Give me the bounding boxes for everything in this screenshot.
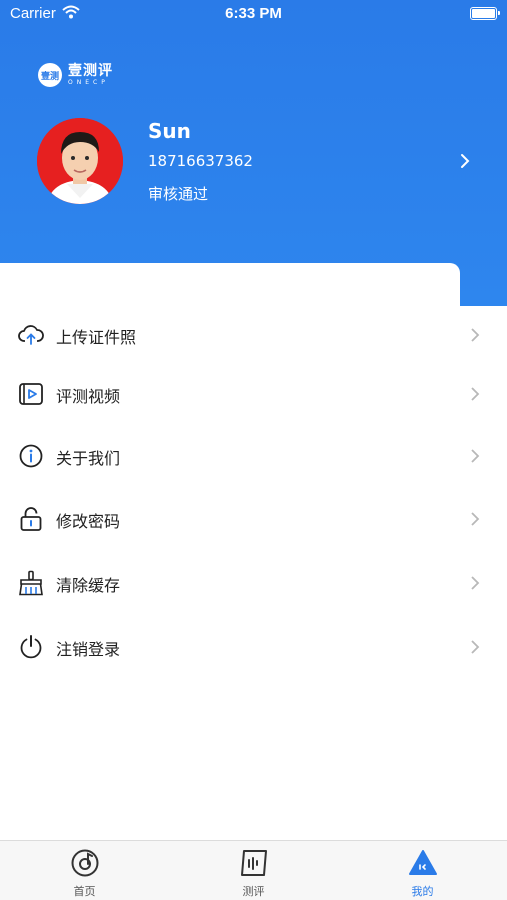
logo-name: 壹测评 — [68, 63, 113, 79]
power-icon — [18, 634, 44, 660]
menu-item-evaluation-video[interactable]: 评测视频 — [0, 363, 507, 423]
menu-item-upload-photo[interactable]: 上传证件照 — [0, 304, 507, 364]
cloud-upload-icon — [18, 322, 44, 348]
menu-item-about-us[interactable]: 关于我们 — [0, 425, 507, 485]
tab-label: 首页 — [73, 885, 96, 898]
chevron-right-icon — [470, 448, 480, 468]
logo-mark: 壹测 — [38, 63, 62, 87]
info-icon — [18, 443, 44, 469]
tab-home[interactable]: 首页 — [0, 841, 169, 900]
menu-label: 关于我们 — [56, 449, 121, 468]
verification-status: 审核通过 — [148, 185, 209, 203]
menu-label: 修改密码 — [56, 512, 121, 531]
menu-item-logout[interactable]: 注销登录 — [0, 616, 507, 676]
chevron-right-icon[interactable] — [459, 152, 471, 174]
battery-icon — [470, 7, 500, 20]
avatar[interactable] — [37, 118, 123, 204]
menu-item-change-password[interactable]: 修改密码 — [0, 488, 507, 548]
lock-icon — [18, 506, 44, 532]
user-name: Sun — [148, 119, 191, 143]
profile-header: Carrier 6:33 PM 壹测 壹测评 ONECP Sun 1871663… — [0, 0, 507, 306]
app-logo: 壹测 壹测评 ONECP — [38, 62, 113, 88]
menu-item-clear-cache[interactable]: 清除缓存 — [0, 552, 507, 612]
chevron-right-icon — [470, 639, 480, 659]
video-play-icon — [18, 381, 44, 407]
tab-evaluate[interactable]: 测评 — [169, 841, 338, 900]
status-time: 6:33 PM — [225, 5, 282, 22]
status-bar: Carrier 6:33 PM — [0, 0, 507, 30]
chevron-right-icon — [470, 386, 480, 406]
tab-bar: 首页 测评 我的 — [0, 840, 507, 900]
tab-mine[interactable]: 我的 — [338, 841, 507, 900]
home-disc-icon — [70, 848, 100, 878]
tab-label: 我的 — [411, 885, 434, 898]
broom-icon — [18, 570, 44, 596]
menu-label: 注销登录 — [56, 640, 121, 659]
chevron-right-icon — [470, 327, 480, 347]
chevron-right-icon — [470, 575, 480, 595]
menu-label: 清除缓存 — [56, 576, 121, 595]
menu-label: 评测视频 — [56, 387, 121, 406]
evaluate-icon — [239, 848, 269, 878]
user-phone: 18716637362 — [148, 152, 253, 170]
menu-label: 上传证件照 — [56, 328, 137, 347]
tab-label: 测评 — [242, 885, 265, 898]
mine-icon — [408, 848, 438, 878]
logo-subtitle: ONECP — [68, 79, 109, 86]
chevron-right-icon — [470, 511, 480, 531]
